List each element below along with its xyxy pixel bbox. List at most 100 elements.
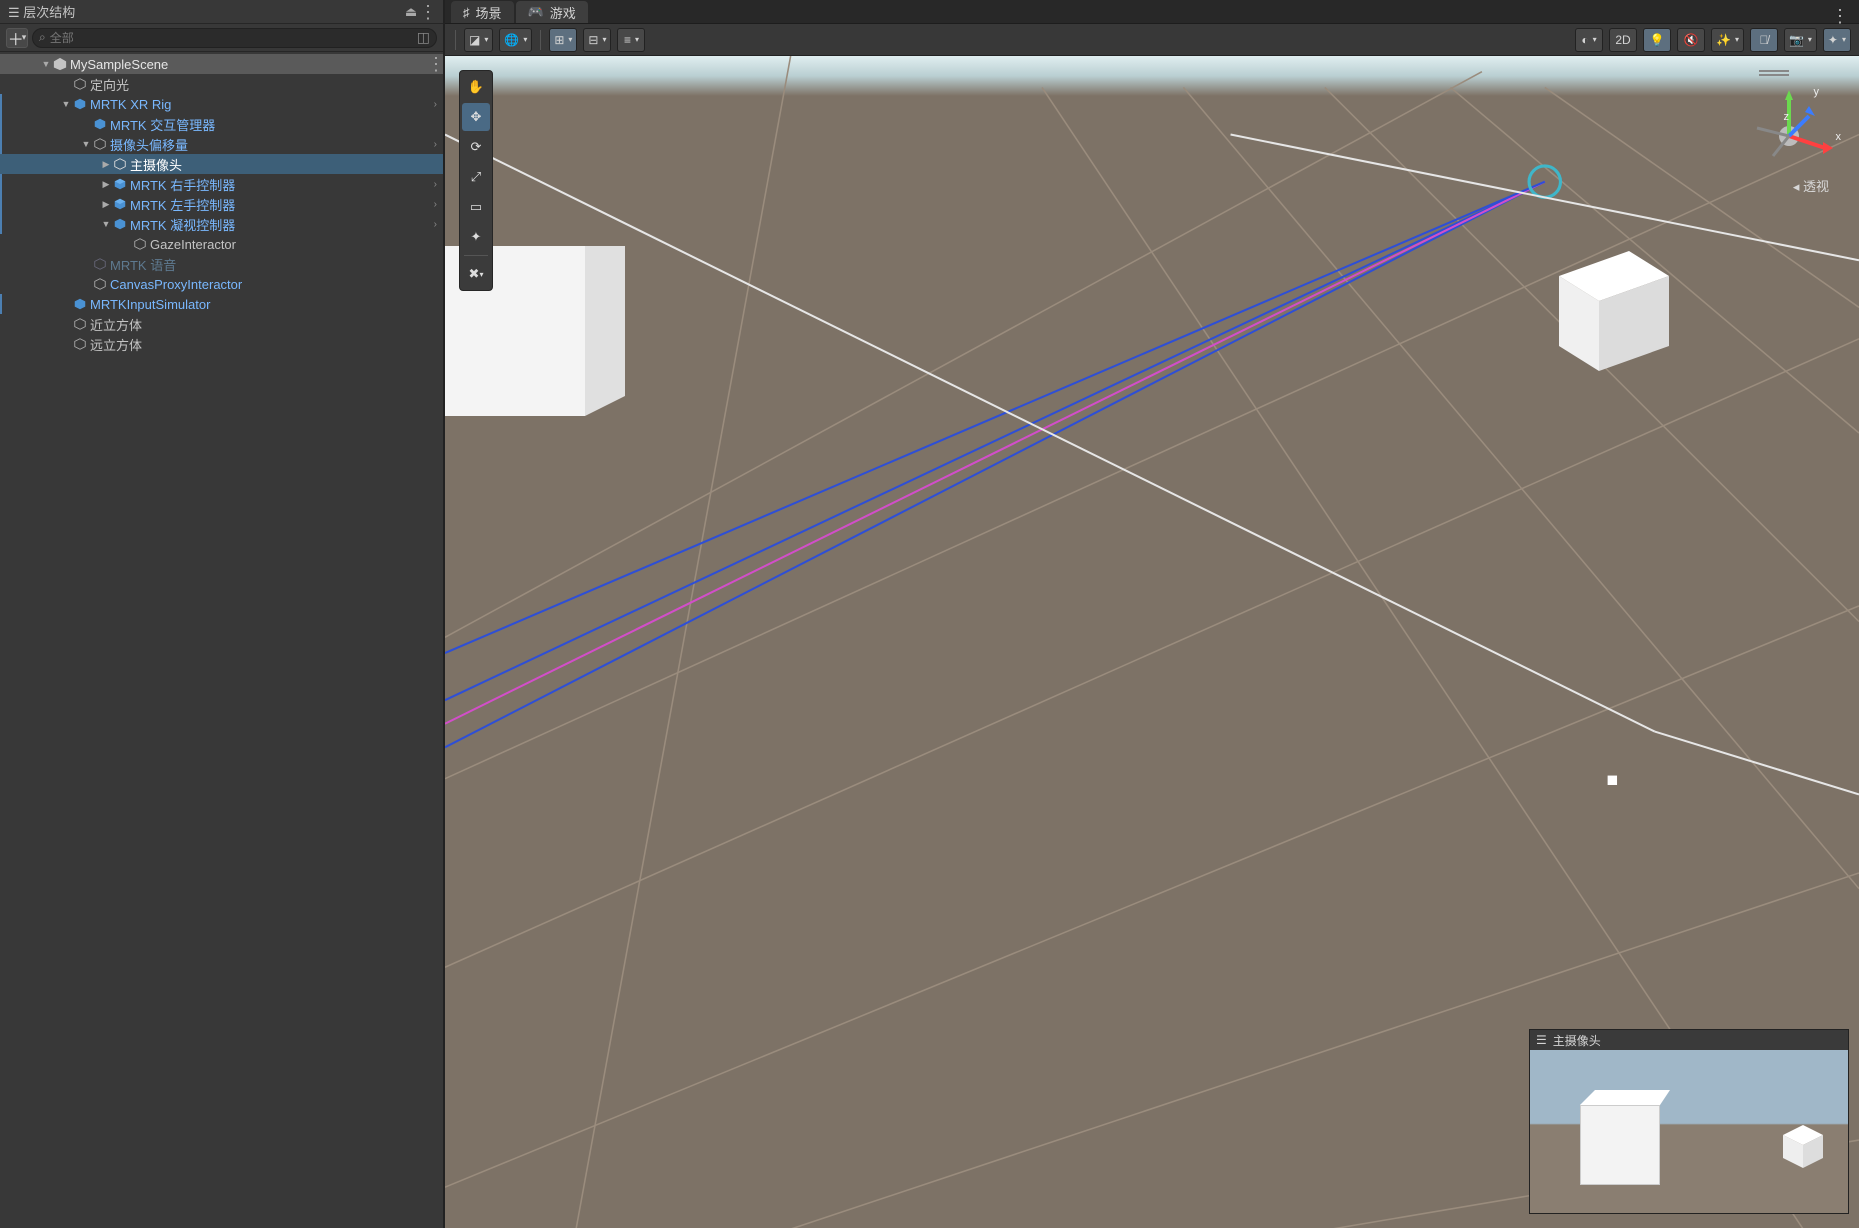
transform-tool[interactable]: ✦ (462, 223, 490, 251)
hierarchy-item[interactable]: MRTKInputSimulator (0, 294, 443, 314)
hierarchy-panel: ☰ 层次结构 ⏏ ⋮ ＋▾ ⌕ ◫ ▼ MySampleScene ⋮ (0, 0, 445, 1228)
search-icon: ⌕ (39, 30, 46, 45)
scene-menu-icon[interactable]: ⋮ (427, 57, 443, 71)
hierarchy-toolbar: ＋▾ ⌕ ◫ (0, 24, 443, 52)
tab-label: 场景 (476, 3, 502, 22)
far-cube-mesh (1549, 246, 1679, 376)
hierarchy-item[interactable]: MRTK 交互管理器 (0, 114, 443, 134)
item-label: 主摄像头 (130, 155, 182, 174)
hierarchy-item[interactable]: ▼ 摄像头偏移量 › (0, 134, 443, 154)
scene-panel: ♯ 场景 🎮 游戏 ⋮ ◪▾ 🌐▾ ⊞▾ ⊟▾ ≡▾ ◐▾ 2D 💡 🔇 ✨▾ … (445, 0, 1859, 1228)
prefab-variant-icon (112, 196, 128, 212)
search-filter-icon[interactable]: ◫ (417, 29, 430, 46)
hierarchy-header: ☰ 层次结构 ⏏ ⋮ (0, 0, 443, 24)
snap-settings-button[interactable]: ≡▾ (617, 28, 645, 52)
create-button[interactable]: ＋▾ (6, 28, 28, 48)
hierarchy-item[interactable]: ▶ MRTK 左手控制器 › (0, 194, 443, 214)
grid-snap-button[interactable]: ⊞▾ (549, 28, 577, 52)
scene-tool-palette: ✋ ✥ ⟳ ⤢ ▭ ✦ ✖▾ (459, 70, 493, 291)
hierarchy-tree: ▼ MySampleScene ⋮ 定向光 ▼ MRTK XR Rig › (0, 52, 443, 1228)
perspective-label[interactable]: ◂ 透视 (1793, 176, 1829, 195)
hierarchy-item[interactable]: GazeInteractor (0, 234, 443, 254)
hierarchy-item[interactable]: ▶ MRTK 右手控制器 › (0, 174, 443, 194)
scene-row[interactable]: ▼ MySampleScene ⋮ (0, 54, 443, 74)
item-label: 近立方体 (90, 315, 142, 334)
preview-header[interactable]: ☰ 主摄像头 (1530, 1030, 1848, 1050)
scene-viewport[interactable]: ✋ ✥ ⟳ ⤢ ▭ ✦ ✖▾ y z (445, 56, 1859, 1228)
tab-game[interactable]: 🎮 游戏 (516, 1, 588, 23)
cube-icon (72, 316, 88, 332)
rect-tool[interactable]: ▭ (462, 193, 490, 221)
cube-icon (112, 156, 128, 172)
audio-toggle[interactable]: 🔇 (1677, 28, 1705, 52)
pivot-button[interactable]: ◪▾ (464, 28, 493, 52)
fx-toggle[interactable]: ✨▾ (1711, 28, 1744, 52)
cube-icon (72, 76, 88, 92)
hand-tool[interactable]: ✋ (462, 73, 490, 101)
hierarchy-item[interactable]: 远立方体 (0, 334, 443, 354)
rotate-tool[interactable]: ⟳ (462, 133, 490, 161)
snap-increment-button[interactable]: ⊟▾ (583, 28, 611, 52)
move-tool[interactable]: ✥ (462, 103, 490, 131)
hierarchy-item[interactable]: CanvasProxyInteractor (0, 274, 443, 294)
item-label: MRTK 左手控制器 (130, 195, 235, 214)
gizmo-x-label: x (1836, 131, 1842, 143)
hierarchy-item[interactable]: ▼ MRTK XR Rig › (0, 94, 443, 114)
prefab-variant-icon (112, 176, 128, 192)
item-label: GazeInteractor (150, 237, 236, 252)
hierarchy-search[interactable]: ⌕ ◫ (32, 28, 437, 48)
chevron-right-icon[interactable]: › (434, 219, 437, 230)
camera-preview-window[interactable]: ☰ 主摄像头 (1529, 1029, 1849, 1214)
hierarchy-title: ☰ 层次结构 (8, 2, 403, 21)
preview-title: 主摄像头 (1553, 1032, 1601, 1049)
custom-tools[interactable]: ✖▾ (462, 260, 490, 288)
cube-icon (92, 276, 108, 292)
camera-button[interactable]: 📷▾ (1784, 28, 1817, 52)
hierarchy-item[interactable]: 定向光 (0, 74, 443, 94)
gizmo-y-label: y (1814, 86, 1820, 98)
scene-icon: ♯ (463, 5, 470, 20)
gizmos-button[interactable]: ✦▾ (1823, 28, 1851, 52)
kebab-menu-icon[interactable]: ⋮ (419, 5, 435, 19)
cube-icon (92, 256, 108, 272)
scene-tab-bar: ♯ 场景 🎮 游戏 ⋮ (445, 0, 1859, 24)
2d-toggle[interactable]: 2D (1609, 28, 1637, 52)
scene-toolbar: ◪▾ 🌐▾ ⊞▾ ⊟▾ ≡▾ ◐▾ 2D 💡 🔇 ✨▾ 👁̸ 📷▾ ✦▾ (445, 24, 1859, 56)
cube-icon (72, 336, 88, 352)
orientation-gizmo[interactable] (1739, 86, 1839, 186)
scale-tool[interactable]: ⤢ (462, 163, 490, 191)
item-label: 定向光 (90, 75, 129, 94)
drag-icon: ☰ (1536, 1033, 1547, 1047)
game-icon: 🎮 (528, 4, 544, 20)
preview-near-cube-top (1580, 1090, 1670, 1120)
prefab-icon (72, 96, 88, 112)
overlay-drag-handle[interactable] (1759, 70, 1789, 78)
item-label: 摄像头偏移量 (110, 135, 188, 154)
lock-icon[interactable]: ⏏ (403, 4, 419, 20)
item-label: MRTK XR Rig (90, 97, 171, 112)
item-label: MRTK 交互管理器 (110, 115, 215, 134)
prefab-icon (112, 216, 128, 232)
item-label: MRTK 右手控制器 (130, 175, 235, 194)
chevron-right-icon[interactable]: › (434, 139, 437, 150)
item-label: MRTKInputSimulator (90, 297, 210, 312)
cube-icon (92, 136, 108, 152)
hierarchy-item-selected[interactable]: ▶ 主摄像头 (0, 154, 443, 174)
chevron-right-icon[interactable]: › (434, 179, 437, 190)
hierarchy-item[interactable]: MRTK 语音 (0, 254, 443, 274)
tab-scene[interactable]: ♯ 场景 (451, 1, 514, 23)
item-label: 远立方体 (90, 335, 142, 354)
prefab-icon (72, 296, 88, 312)
panel-menu-icon[interactable]: ⋮ (1831, 9, 1849, 23)
hierarchy-item[interactable]: 近立方体 (0, 314, 443, 334)
hierarchy-item[interactable]: ▼ MRTK 凝视控制器 › (0, 214, 443, 234)
chevron-right-icon[interactable]: › (434, 199, 437, 210)
draw-mode-button[interactable]: ◐▾ (1575, 28, 1603, 52)
tab-label: 游戏 (550, 3, 576, 22)
item-label: MRTK 语音 (110, 255, 176, 274)
global-button[interactable]: 🌐▾ (499, 28, 532, 52)
lighting-toggle[interactable]: 💡 (1643, 28, 1671, 52)
chevron-right-icon[interactable]: › (434, 99, 437, 110)
search-input[interactable] (50, 31, 417, 45)
visibility-toggle[interactable]: 👁̸ (1750, 28, 1778, 52)
